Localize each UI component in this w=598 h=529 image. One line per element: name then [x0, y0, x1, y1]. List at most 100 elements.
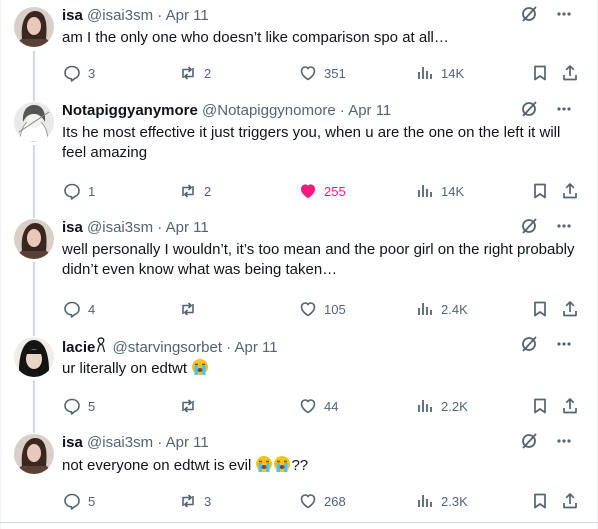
reply-button[interactable]: 5 [62, 491, 95, 511]
display-name[interactable]: isa [62, 219, 83, 236]
tweet-text: am I the only one who doesn’t like compa… [62, 29, 449, 46]
view-count: 2.2K [441, 398, 468, 414]
reply-count: 3 [88, 65, 96, 81]
repost-button[interactable]: 2 [178, 181, 211, 201]
share-button[interactable] [560, 181, 580, 201]
repost-button[interactable] [178, 396, 204, 416]
more-icon[interactable] [556, 336, 572, 357]
avatar[interactable] [14, 102, 54, 142]
display-name[interactable]: isa [62, 7, 83, 24]
more-icon[interactable] [556, 6, 572, 27]
reply-icon [62, 181, 82, 201]
slashed-circle-icon[interactable] [520, 100, 538, 123]
heart-icon [298, 63, 318, 83]
like-button[interactable]: 105 [298, 299, 346, 319]
more-icon[interactable] [556, 101, 572, 122]
reply-button[interactable]: 4 [62, 299, 95, 319]
repost-button[interactable]: 2 [178, 63, 211, 83]
user-handle[interactable]: @Notapiggynomore [202, 102, 336, 119]
reply-button[interactable]: 5 [62, 396, 95, 416]
tweet-actions: 5 3 268 2.3K [62, 491, 578, 511]
tweet-text-line: ur literally on edtwt [62, 358, 578, 379]
like-button[interactable]: 351 [298, 63, 346, 83]
tweet-date[interactable]: Apr 11 [166, 219, 209, 236]
avatar-column [14, 337, 54, 377]
view-count: 14K [441, 65, 465, 81]
share-button[interactable] [560, 63, 580, 83]
bookmark-button[interactable] [530, 63, 550, 83]
repost-button[interactable] [178, 299, 204, 319]
like-button[interactable]: 44 [298, 396, 338, 416]
tweet[interactable]: Notapiggyanymore @Notapiggynomore · Apr … [0, 95, 598, 212]
reply-button[interactable]: 3 [62, 63, 95, 83]
tweet-actions: 5 44 2.2K [62, 396, 578, 416]
bookmark-button[interactable] [530, 299, 550, 319]
reply-button[interactable]: 1 [62, 181, 95, 201]
bookmark-button[interactable] [530, 491, 550, 511]
bookmark-button[interactable] [530, 181, 550, 201]
share-icon [560, 299, 580, 319]
like-count: 105 [324, 301, 346, 317]
separator-dot: · [339, 102, 345, 119]
reply-count: 4 [88, 301, 96, 317]
avatar[interactable] [14, 434, 54, 474]
tweet-header: lacie @starvingsorbet · Apr 11 [62, 336, 578, 356]
slashed-circle-icon[interactable] [520, 335, 538, 358]
reply-icon [62, 396, 82, 416]
avatar[interactable] [14, 219, 54, 259]
bookmark-icon [530, 491, 550, 511]
avatar[interactable] [14, 7, 54, 47]
views-button[interactable]: 2.4K [415, 299, 468, 319]
tweet-date[interactable]: Apr 11 [166, 434, 209, 451]
display-name[interactable]: Notapiggyanymore [62, 102, 198, 119]
heart-icon [298, 299, 318, 319]
display-name[interactable]: lacie [62, 339, 95, 356]
repost-icon [178, 396, 198, 416]
tweet-date[interactable]: Apr 11 [235, 339, 278, 356]
tweet-body: isa @isai3sm · Apr 11 not everyone on ed… [62, 432, 578, 510]
bookmark-button[interactable] [530, 396, 550, 416]
user-handle[interactable]: @isai3sm [87, 219, 153, 236]
like-button[interactable]: 255 [298, 181, 346, 201]
tweet-text: not everyone on edtwt is evil [62, 457, 252, 474]
bookmark-icon [530, 63, 550, 83]
like-button[interactable]: 268 [298, 491, 346, 511]
user-handle[interactable]: @starvingsorbet [113, 339, 222, 356]
tweet[interactable]: isa @isai3sm · Apr 11 not everyone on ed… [0, 427, 598, 522]
tweet-body: isa @isai3sm · Apr 11 well personally I … [62, 217, 578, 318]
avatar[interactable] [14, 337, 54, 377]
display-name[interactable]: isa [62, 434, 83, 451]
slashed-circle-icon[interactable] [520, 432, 538, 455]
slashed-circle-icon[interactable] [520, 5, 538, 28]
share-button[interactable] [560, 396, 580, 416]
tweet-top-actions [520, 217, 572, 240]
repost-button[interactable]: 3 [178, 491, 211, 511]
tweet-date[interactable]: Apr 11 [348, 102, 391, 119]
share-icon [560, 396, 580, 416]
tweet[interactable]: lacie @starvingsorbet · Apr 11 ur litera… [0, 330, 598, 427]
ribbon-badge-icon [96, 336, 106, 360]
slashed-circle-icon[interactable] [520, 217, 538, 240]
user-handle[interactable]: @isai3sm [87, 7, 153, 24]
views-button[interactable]: 2.3K [415, 491, 468, 511]
more-icon[interactable] [556, 218, 572, 239]
tweet-top-actions [520, 5, 572, 28]
tweet-text-line: not everyone on edtwt is evil ?? [62, 455, 578, 476]
loudly-crying-face-icon [255, 455, 273, 473]
heart-icon [298, 396, 318, 416]
tweet-top-actions [520, 432, 572, 455]
more-icon[interactable] [556, 433, 572, 454]
tweet[interactable]: isa @isai3sm · Apr 11 am I the only one … [0, 0, 598, 95]
views-button[interactable]: 14K [415, 63, 464, 83]
tweet-date[interactable]: Apr 11 [166, 7, 209, 24]
share-button[interactable] [560, 299, 580, 319]
avatar-column [14, 434, 54, 474]
user-handle[interactable]: @isai3sm [87, 434, 153, 451]
reply-count: 5 [88, 398, 96, 414]
bar-chart-icon [415, 63, 435, 83]
share-button[interactable] [560, 491, 580, 511]
tweet[interactable]: isa @isai3sm · Apr 11 well personally I … [0, 212, 598, 330]
views-button[interactable]: 2.2K [415, 396, 468, 416]
separator-dot: · [157, 219, 163, 236]
views-button[interactable]: 14K [415, 181, 464, 201]
